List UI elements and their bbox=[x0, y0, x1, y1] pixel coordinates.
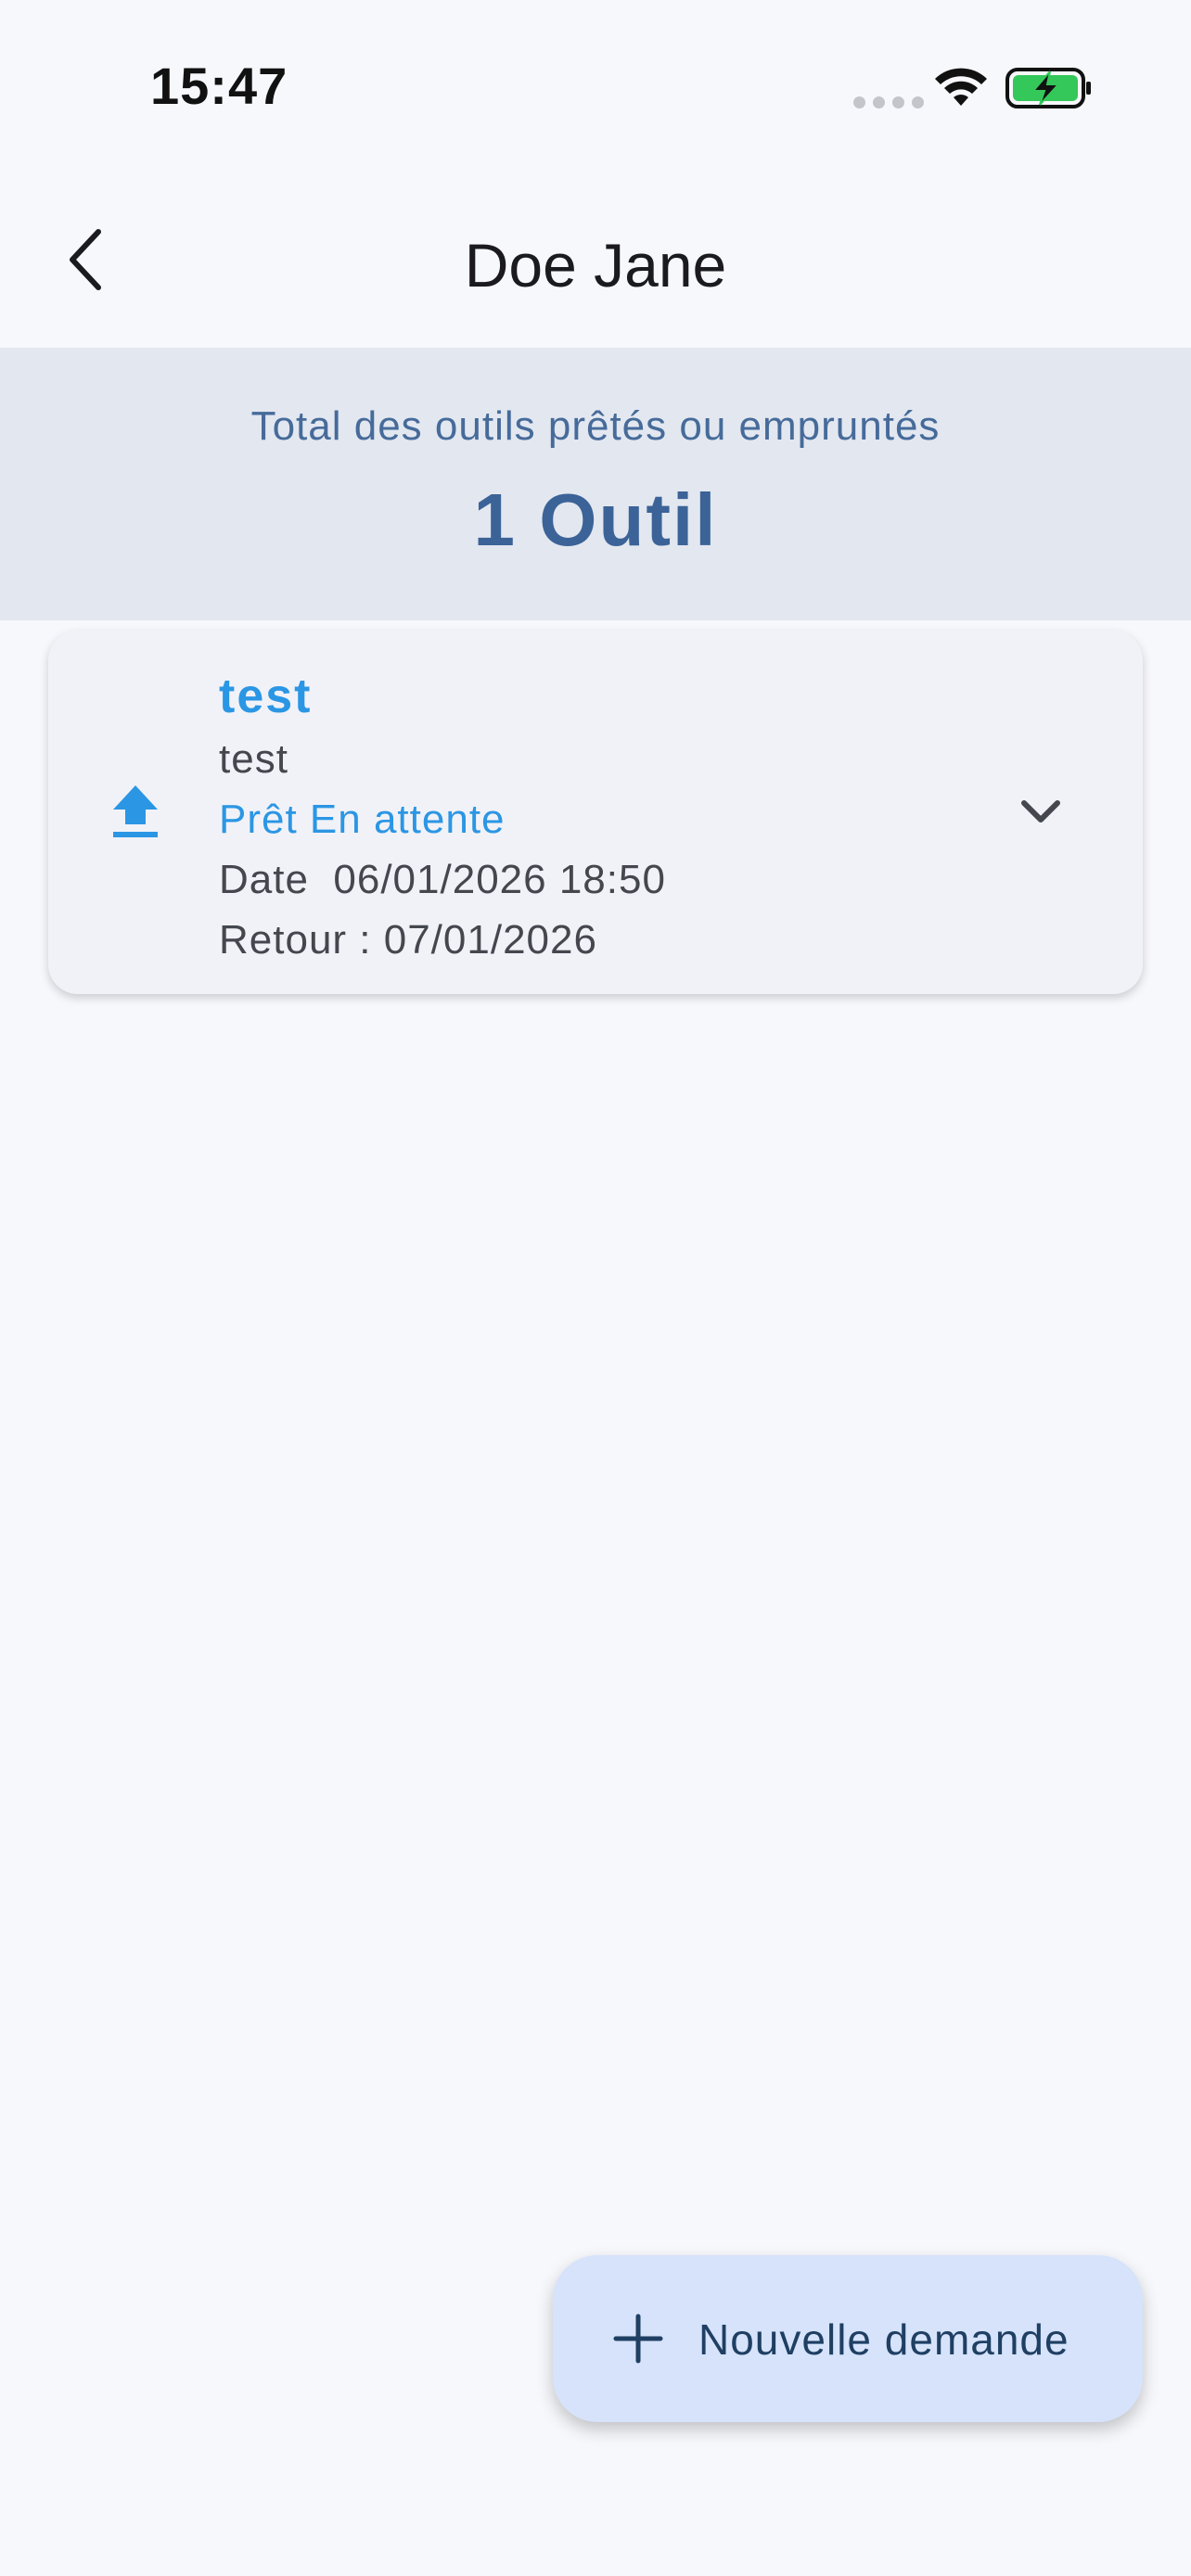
plus-icon bbox=[613, 2314, 663, 2364]
signal-dots-icon bbox=[853, 96, 924, 108]
new-request-label: Nouvelle demande bbox=[698, 2315, 1069, 2364]
wifi-icon bbox=[935, 68, 987, 106]
summary-label: Total des outils prêtés ou empruntés bbox=[250, 403, 941, 449]
new-request-button[interactable]: Nouvelle demande bbox=[553, 2255, 1143, 2422]
loan-card[interactable]: test test Prêt En attente Date 06/01/202… bbox=[48, 631, 1143, 994]
screen: 15:47 Doe Jane Total des outils prêtés o… bbox=[0, 0, 1191, 2576]
status-bar: 15:47 bbox=[0, 0, 1191, 176]
loan-subtitle: test bbox=[219, 736, 288, 782]
loan-date: Date 06/01/2026 18:50 bbox=[219, 857, 666, 902]
loan-details: test test Prêt En attente Date 06/01/202… bbox=[219, 664, 666, 970]
upload-icon bbox=[113, 785, 158, 837]
chevron-down-icon[interactable] bbox=[1013, 784, 1069, 840]
page-title: Doe Jane bbox=[464, 231, 727, 300]
summary-banner: Total des outils prêtés ou empruntés 1 O… bbox=[0, 348, 1191, 620]
summary-count: 1 Outil bbox=[473, 478, 718, 561]
battery-charging-icon bbox=[1005, 68, 1091, 108]
app-bar: Doe Jane bbox=[0, 176, 1191, 348]
loan-status: Prêt En attente bbox=[219, 797, 506, 842]
status-time: 15:47 bbox=[150, 57, 288, 115]
loan-title: test bbox=[219, 670, 313, 723]
loan-return-date: Retour : 07/01/2026 bbox=[219, 917, 597, 963]
